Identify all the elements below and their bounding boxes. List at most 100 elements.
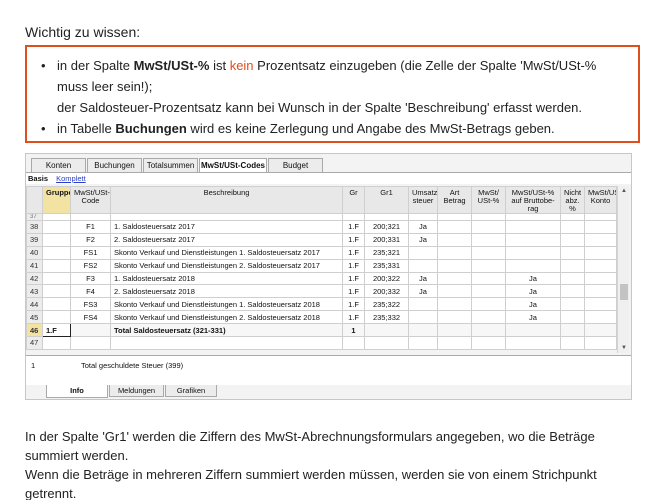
tab-konten[interactable]: Konten xyxy=(31,158,86,172)
cell-umsatzsteuer[interactable]: Ja xyxy=(408,271,438,286)
header-mwst-prozent[interactable]: MwSt/ USt-% xyxy=(471,186,506,214)
cell-gruppe[interactable] xyxy=(42,220,71,234)
cell-gr1[interactable]: 235;321 xyxy=(364,245,409,260)
cell-konto[interactable] xyxy=(584,258,617,273)
cell-umsatzsteuer[interactable]: Ja xyxy=(408,220,438,234)
cell-art-betrag[interactable] xyxy=(437,232,472,247)
cell-art-betrag[interactable] xyxy=(437,245,472,260)
cell-beschreibung[interactable]: Skonto Verkauf und Dienstleistungen 1. S… xyxy=(110,297,343,312)
cell-beschreibung[interactable]: 1. Saldosteuersatz 2018 xyxy=(110,271,343,286)
cell-art-betrag[interactable] xyxy=(437,258,472,273)
cell-gr[interactable]: 1.F xyxy=(342,220,365,234)
cell-gr1[interactable]: 200;332 xyxy=(364,284,409,299)
table-row-total[interactable]: 46 1.F Total Saldosteuersatz (321-331) 1 xyxy=(26,323,617,338)
cell-code[interactable]: FS2 xyxy=(70,258,111,273)
header-nicht-abz[interactable]: Nicht abz. % xyxy=(560,186,585,214)
cell-gr1[interactable]: 235;322 xyxy=(364,297,409,312)
scroll-down-icon[interactable]: ▼ xyxy=(618,343,630,353)
cell-code[interactable]: F1 xyxy=(70,220,111,234)
table-row[interactable]: 44 FS3 Skonto Verkauf und Dienstleistungen… xyxy=(26,297,617,312)
tab-meldungen[interactable]: Meldungen xyxy=(109,385,164,397)
table-row[interactable]: 38 F1 1. Saldosteuersatz 2017 1.F 200;321 Ja xyxy=(26,220,617,234)
cell-mwst-prozent[interactable] xyxy=(471,245,506,260)
cell-gr[interactable]: 1.F xyxy=(342,310,365,325)
cell-brutto[interactable] xyxy=(505,232,561,247)
cell-umsatzsteuer[interactable]: Ja xyxy=(408,232,438,247)
cell-nicht-abz[interactable] xyxy=(560,310,585,325)
header-brutto[interactable]: MwSt/USt-% auf Bruttobe-rag xyxy=(505,186,561,214)
cell-brutto[interactable]: Ja xyxy=(505,271,561,286)
cell-brutto[interactable]: Ja xyxy=(505,310,561,325)
cell-nicht-abz[interactable] xyxy=(560,297,585,312)
cell-konto[interactable] xyxy=(584,297,617,312)
cell-beschreibung[interactable]: Skonto Verkauf und Dienstleistungen 2. S… xyxy=(110,258,343,273)
cell-empty[interactable] xyxy=(42,336,71,350)
cell-nicht-abz[interactable] xyxy=(560,284,585,299)
cell-brutto[interactable] xyxy=(505,258,561,273)
table-row-empty[interactable]: 47 xyxy=(26,336,617,350)
table-row[interactable]: 40 FS1 Skonto Verkauf und Dienstleistungen… xyxy=(26,245,617,260)
cell-gruppe[interactable] xyxy=(42,310,71,325)
cell-code[interactable]: F2 xyxy=(70,232,111,247)
tab-info[interactable]: Info xyxy=(46,385,108,398)
cell-gr[interactable]: 1.F xyxy=(342,284,365,299)
table-row[interactable]: 41 FS2 Skonto Verkauf und Dienstleistungen… xyxy=(26,258,617,273)
cell-empty[interactable] xyxy=(437,323,472,338)
cell-empty[interactable] xyxy=(505,323,561,338)
cell-empty[interactable] xyxy=(437,336,472,350)
cell-beschreibung[interactable]: 2. Saldosteuersatz 2018 xyxy=(110,284,343,299)
cell-konto[interactable] xyxy=(584,245,617,260)
cell-konto[interactable] xyxy=(584,310,617,325)
tab-totalsummen[interactable]: Totalsummen xyxy=(143,158,198,172)
cell-empty[interactable] xyxy=(471,336,506,350)
tab-buchungen[interactable]: Buchungen xyxy=(87,158,142,172)
cell-beschreibung[interactable]: Skonto Verkauf und Dienstleistungen 1. S… xyxy=(110,245,343,260)
cell-mwst-prozent[interactable] xyxy=(471,310,506,325)
scroll-thumb[interactable] xyxy=(620,284,628,300)
cell-umsatzsteuer[interactable] xyxy=(408,245,438,260)
cell-empty[interactable] xyxy=(408,336,438,350)
cell-empty[interactable] xyxy=(505,336,561,350)
cell-umsatzsteuer[interactable] xyxy=(408,258,438,273)
cell-code[interactable]: FS3 xyxy=(70,297,111,312)
cell-empty[interactable] xyxy=(471,323,506,338)
cell-empty[interactable] xyxy=(364,323,409,338)
cell-empty[interactable] xyxy=(584,323,617,338)
cell-art-betrag[interactable] xyxy=(437,271,472,286)
cell-beschreibung[interactable]: Total Saldosteuersatz (321-331) xyxy=(110,323,343,338)
table-row[interactable]: 43 F4 2. Saldosteuersatz 2018 1.F 200;332 Ja J… xyxy=(26,284,617,299)
cell-code[interactable]: F3 xyxy=(70,271,111,286)
cell-nicht-abz[interactable] xyxy=(560,220,585,234)
cell-art-betrag[interactable] xyxy=(437,220,472,234)
cell-mwst-prozent[interactable] xyxy=(471,258,506,273)
cell-umsatzsteuer[interactable] xyxy=(408,297,438,312)
cell-gr[interactable]: 1 xyxy=(342,323,365,338)
cell-gruppe[interactable] xyxy=(42,284,71,299)
table-row[interactable]: 42 F3 1. Saldosteuersatz 2018 1.F 200;322 Ja J… xyxy=(26,271,617,286)
vertical-scrollbar[interactable]: ▲ ▼ xyxy=(617,186,629,353)
cell-empty[interactable] xyxy=(560,336,585,350)
cell-nicht-abz[interactable] xyxy=(560,271,585,286)
tab-budget[interactable]: Budget xyxy=(268,158,323,172)
cell-brutto[interactable] xyxy=(505,220,561,234)
cell-gr1[interactable]: 200;321 xyxy=(364,220,409,234)
cell-code[interactable]: F4 xyxy=(70,284,111,299)
cell-code[interactable]: FS4 xyxy=(70,310,111,325)
cell-gruppe[interactable] xyxy=(42,245,71,260)
cell-gr[interactable]: 1.F xyxy=(342,271,365,286)
header-gr[interactable]: Gr xyxy=(342,186,365,214)
table-row[interactable]: 39 F2 2. Saldosteuersatz 2017 1.F 200;331 Ja xyxy=(26,232,617,247)
tab-mwst-codes[interactable]: MwSt/USt-Codes xyxy=(199,158,267,173)
cell-art-betrag[interactable] xyxy=(437,284,472,299)
cell-gruppe[interactable] xyxy=(42,271,71,286)
cell-konto[interactable] xyxy=(584,220,617,234)
cell-gr1[interactable]: 235;332 xyxy=(364,310,409,325)
header-beschreibung[interactable]: Beschreibung xyxy=(110,186,343,214)
cell-empty[interactable] xyxy=(584,336,617,350)
cell-gruppe[interactable] xyxy=(42,232,71,247)
cell-empty[interactable] xyxy=(408,323,438,338)
cell-brutto[interactable]: Ja xyxy=(505,284,561,299)
cell-mwst-prozent[interactable] xyxy=(471,220,506,234)
table-row[interactable]: 45 FS4 Skonto Verkauf und Dienstleistungen… xyxy=(26,310,617,325)
header-art-betrag[interactable]: Art Betrag xyxy=(437,186,472,214)
